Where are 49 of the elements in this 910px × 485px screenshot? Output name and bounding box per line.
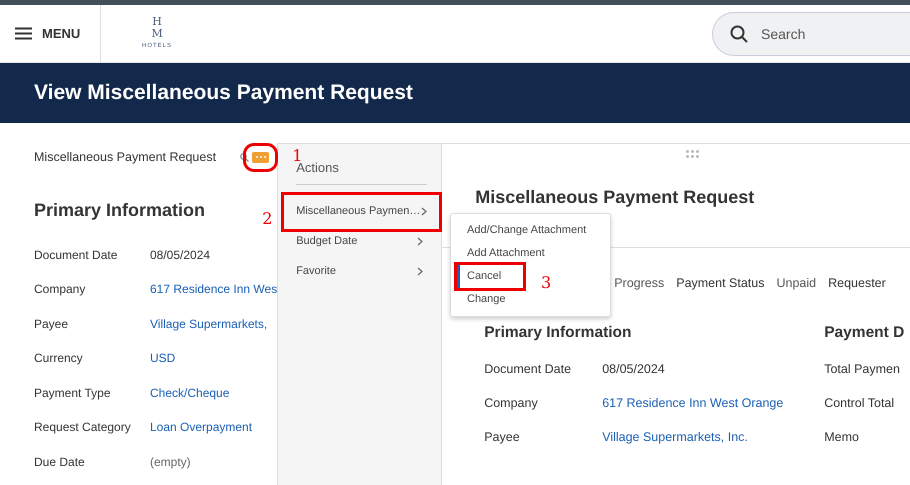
- field-link[interactable]: Village Supermarkets, Inc.: [602, 428, 748, 462]
- field-label: Request Category: [34, 419, 132, 436]
- chevron-icon: [417, 267, 424, 276]
- field-value: 08/05/2024: [150, 246, 210, 264]
- menu-button[interactable]: MENU: [42, 24, 80, 44]
- menu-item[interactable]: Change: [451, 288, 610, 311]
- chevron-icon: [417, 237, 424, 246]
- search-field[interactable]: Search: [712, 12, 910, 56]
- field-label: Document Date: [34, 246, 118, 264]
- chevron-icon: [421, 207, 428, 216]
- field-link[interactable]: USD: [150, 349, 176, 384]
- field-value: (empty): [150, 454, 191, 471]
- status-label: Requester: [828, 275, 886, 292]
- section-heading: Primary Information: [34, 198, 206, 222]
- field-label: Control Total: [824, 395, 896, 412]
- field-label: Payee: [484, 429, 521, 446]
- panel-title: Miscellaneous Payment Request: [475, 186, 756, 209]
- status-value: Unpaid: [776, 275, 816, 292]
- menu-item[interactable]: Add Attachment: [451, 242, 610, 265]
- section-heading: Primary Information: [484, 322, 632, 343]
- field-label: Currency: [34, 350, 84, 368]
- field-link[interactable]: Loan Overpayment: [150, 418, 252, 453]
- search-icon[interactable]: [240, 152, 249, 162]
- field-label: Company: [484, 395, 539, 412]
- page-title: View Miscellaneous Payment Request: [0, 63, 910, 123]
- field-link[interactable]: Check/Cheque: [150, 384, 230, 418]
- field-label: Memo: [824, 429, 860, 446]
- field-value: 08/05/2024: [602, 361, 665, 378]
- annotation-number: 2: [262, 210, 272, 226]
- field-label: Payment Type: [34, 384, 112, 402]
- field-label: Company: [34, 281, 86, 298]
- section-heading: Payment D: [824, 322, 906, 343]
- menu-icon[interactable]: [15, 27, 32, 40]
- logo-mark: HM: [152, 16, 162, 40]
- status-label: Payment Status: [676, 275, 764, 292]
- field-label: Document Date: [484, 361, 572, 378]
- field-label: Total Paymen: [824, 361, 901, 378]
- field-link[interactable]: 617 Residence Inn West Orange: [602, 394, 784, 428]
- record-title: Miscellaneous Payment Request: [34, 149, 218, 166]
- field-label: Due Date: [34, 454, 86, 471]
- annotation-number: 3: [541, 275, 552, 291]
- menu-item[interactable]: Add/Change Attachment: [451, 219, 610, 242]
- field-label: Payee: [34, 316, 70, 333]
- drag-handle-icon[interactable]: [686, 150, 699, 158]
- menu-item[interactable]: Favorite: [296, 256, 428, 286]
- menu-item[interactable]: Budget Date: [296, 226, 428, 256]
- field-link[interactable]: Village Supermarkets,: [150, 314, 268, 350]
- status-value: Progress: [614, 275, 664, 292]
- field-link[interactable]: 617 Residence Inn Wes: [150, 280, 278, 315]
